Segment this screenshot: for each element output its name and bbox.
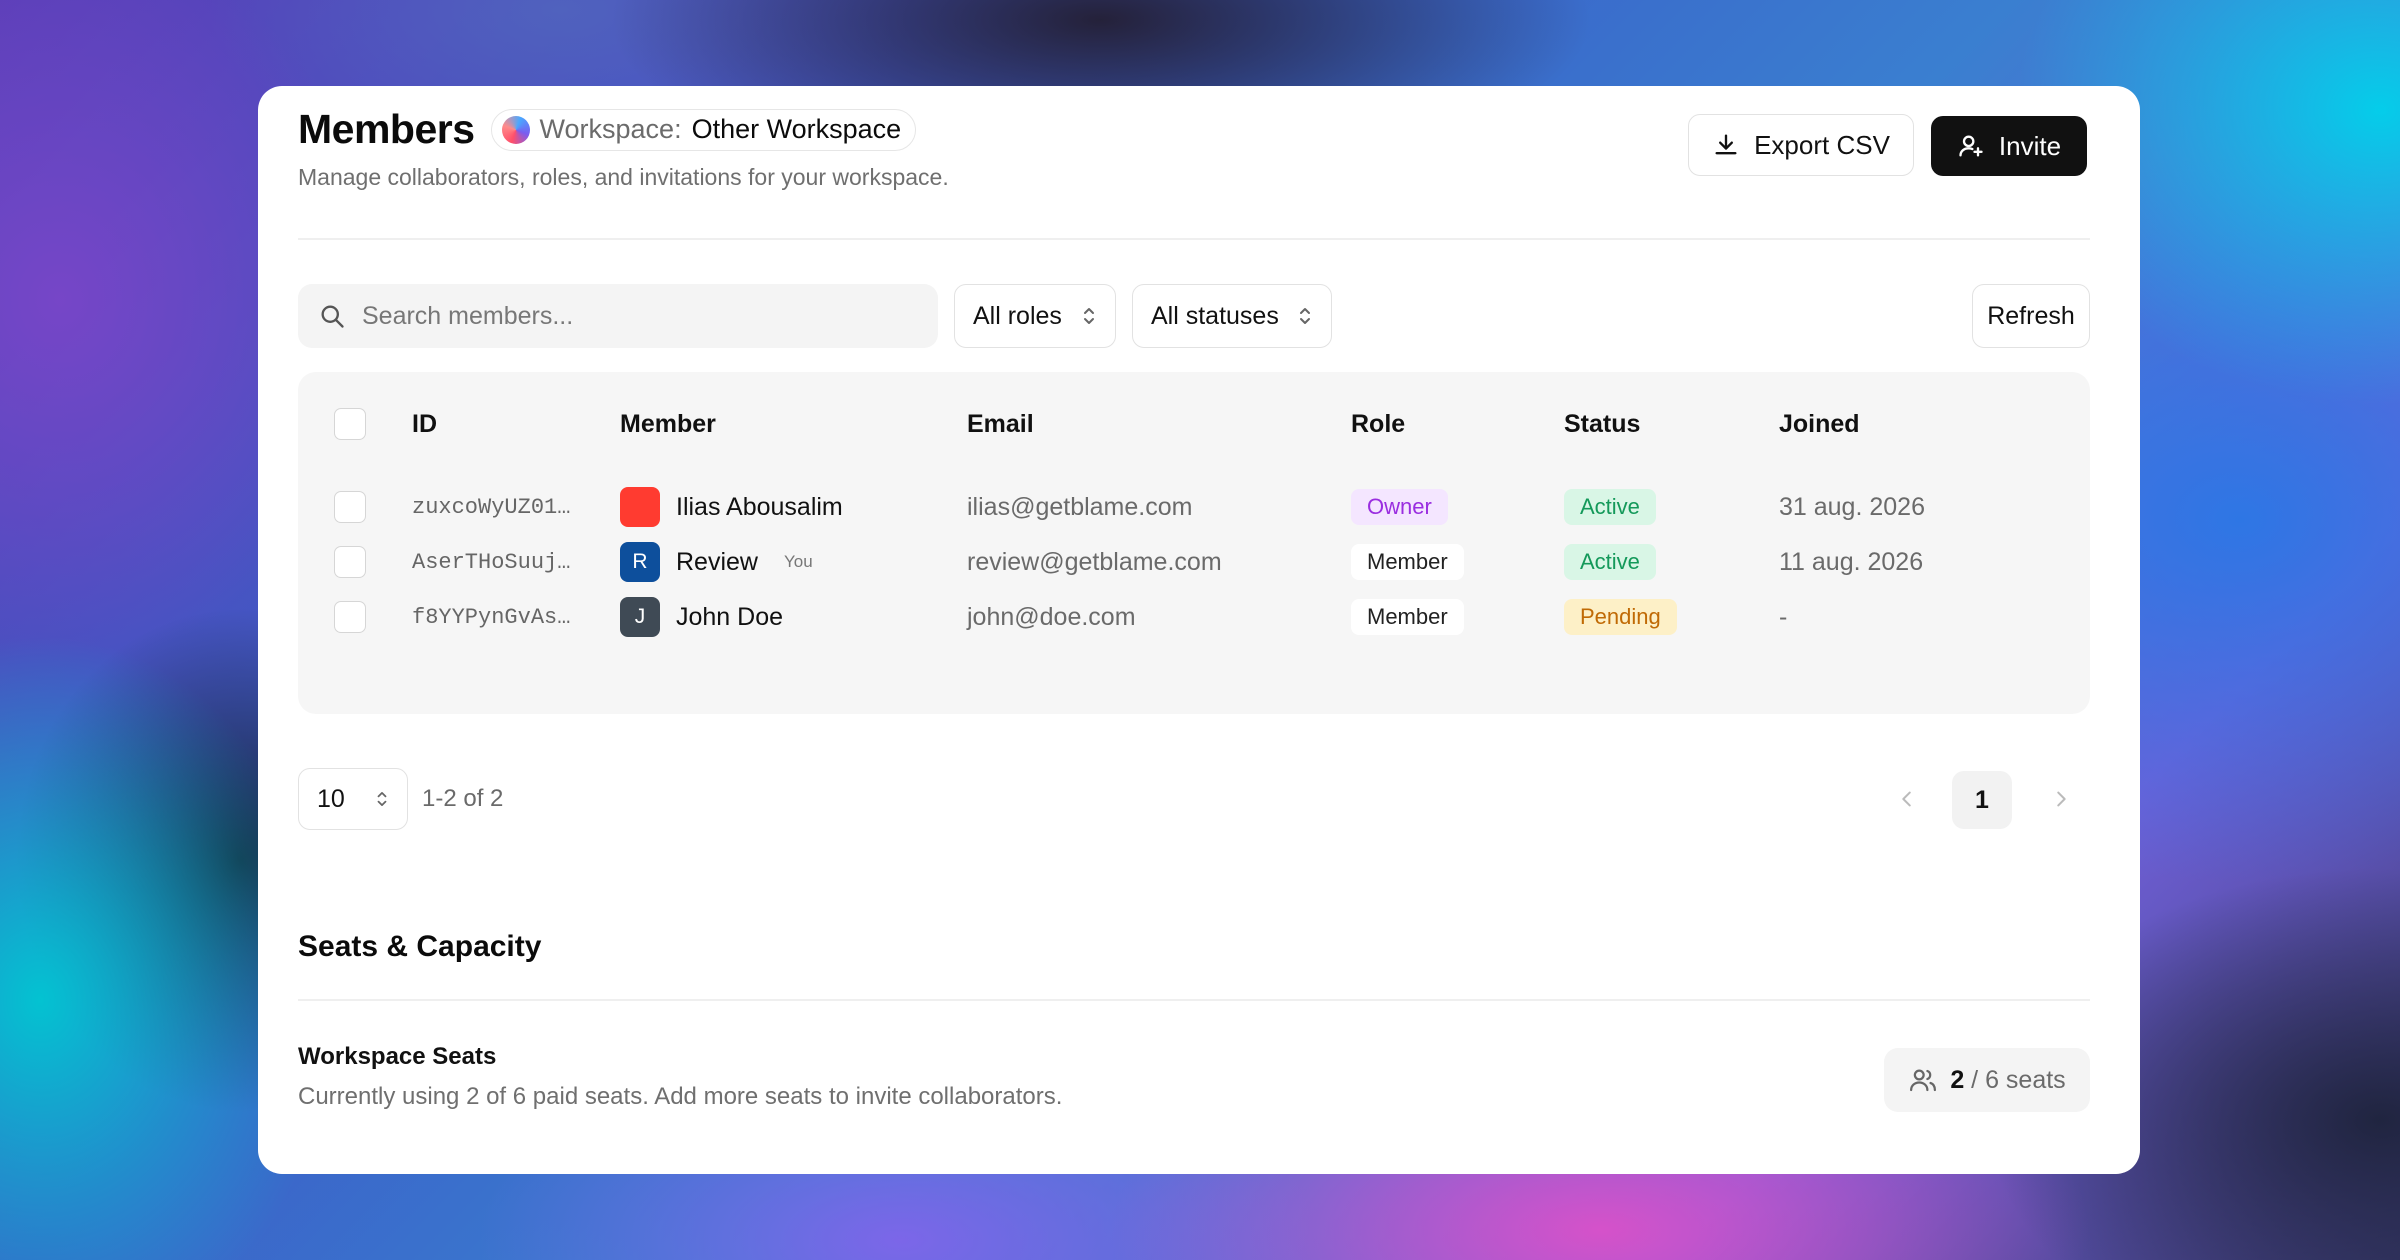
workspace-seats-description: Currently using 2 of 6 paid seats. Add m…	[298, 1083, 1063, 1110]
chevron-updown-icon	[377, 792, 387, 806]
avatar: J	[620, 597, 660, 637]
column-header-email[interactable]: Email	[967, 410, 1034, 439]
refresh-button[interactable]: Refresh	[1972, 284, 2090, 348]
status-badge: Active	[1564, 544, 1656, 580]
workspace-label: Workspace:	[539, 114, 682, 144]
table-row[interactable]: zuxcoWyUZ01… Ilias Abousalim ilias@getbl…	[298, 477, 2090, 537]
page-title: Members	[298, 106, 475, 152]
chevron-left-icon	[1902, 791, 1911, 807]
status-cell: Active	[1564, 544, 1656, 580]
column-header-id[interactable]: ID	[412, 410, 437, 439]
pagination-range: 1-2 of 2	[422, 785, 504, 812]
row-checkbox[interactable]	[334, 546, 366, 578]
status-badge: Active	[1564, 489, 1656, 525]
member-cell: R Review You	[620, 542, 813, 582]
members-table: ID Member Email Role Status Joined zuxco…	[298, 372, 2090, 714]
role-filter-select[interactable]: All roles	[954, 284, 1116, 348]
joined-date: 11 aug. 2026	[1779, 547, 1924, 576]
status-cell: Pending	[1564, 599, 1677, 635]
role-badge: Owner	[1351, 489, 1448, 525]
members-card: Members Workspace: Other Workspace Manag…	[258, 86, 2140, 1174]
chevron-updown-icon	[1300, 308, 1310, 324]
member-email: review@getblame.com	[967, 547, 1222, 576]
status-cell: Active	[1564, 489, 1656, 525]
role-cell: Member	[1351, 599, 1464, 635]
member-email: ilias@getblame.com	[967, 492, 1193, 521]
workspace-seats-title: Workspace Seats	[298, 1043, 497, 1070]
member-cell: J John Doe	[620, 597, 783, 637]
status-badge: Pending	[1564, 599, 1677, 635]
page-1-button[interactable]: 1	[1952, 771, 2012, 829]
next-page-button[interactable]	[2033, 771, 2089, 827]
role-filter-value: All roles	[973, 301, 1062, 330]
row-checkbox[interactable]	[334, 491, 366, 523]
download-icon	[1715, 134, 1737, 155]
seats-total: / 6 seats	[1971, 1065, 2066, 1094]
member-cell: Ilias Abousalim	[620, 487, 843, 527]
status-filter-value: All statuses	[1151, 301, 1279, 330]
seats-divider	[298, 999, 2090, 1001]
search-icon	[321, 305, 344, 328]
column-header-status[interactable]: Status	[1564, 410, 1640, 439]
header-divider	[298, 238, 2090, 240]
row-checkbox[interactable]	[334, 601, 366, 633]
seats-section-title: Seats & Capacity	[298, 930, 542, 963]
table-header-row: ID Member Email Role Status Joined	[298, 394, 2090, 454]
workspace-dot-icon	[501, 115, 530, 144]
member-id: f8YYPynGvAs…	[412, 604, 571, 630]
previous-page-button[interactable]	[1879, 771, 1935, 827]
column-header-member[interactable]: Member	[620, 410, 716, 439]
search-box[interactable]	[298, 284, 938, 348]
column-header-role[interactable]: Role	[1351, 410, 1405, 439]
avatar	[620, 487, 660, 527]
workspace-badge[interactable]: Workspace: Other Workspace	[490, 108, 917, 151]
invite-button[interactable]: Invite	[1931, 116, 2087, 176]
column-header-joined[interactable]: Joined	[1779, 410, 1860, 439]
search-input[interactable]	[362, 301, 922, 331]
you-tag: You	[783, 552, 813, 571]
member-id: zuxcoWyUZ01…	[412, 494, 571, 520]
seats-usage-badge: 2 / 6 seats	[1884, 1048, 2090, 1112]
member-name: Review	[676, 547, 758, 576]
select-all-checkbox[interactable]	[334, 408, 366, 440]
chevron-updown-icon	[1084, 308, 1094, 324]
export-csv-button[interactable]: Export CSV	[1688, 114, 1914, 176]
chevron-right-icon	[2057, 791, 2066, 807]
export-csv-label: Export CSV	[1754, 129, 1890, 160]
role-badge: Member	[1351, 599, 1464, 635]
seats-used: 2	[1950, 1065, 1965, 1094]
user-plus-icon	[1959, 135, 1983, 157]
table-row[interactable]: AserTHoSuuj… R Review You review@getblam…	[298, 532, 2090, 592]
role-cell: Member	[1351, 544, 1464, 580]
page-size-value: 10	[317, 784, 345, 813]
refresh-label: Refresh	[1987, 301, 2075, 330]
avatar: R	[620, 542, 660, 582]
role-badge: Member	[1351, 544, 1464, 580]
status-filter-select[interactable]: All statuses	[1132, 284, 1332, 348]
page-subtitle: Manage collaborators, roles, and invitat…	[298, 164, 949, 190]
users-icon	[1910, 1069, 1937, 1092]
page-size-select[interactable]: 10	[298, 768, 408, 830]
role-cell: Owner	[1351, 489, 1448, 525]
joined-date: -	[1779, 602, 1788, 631]
title-row: Members Workspace: Other Workspace	[298, 106, 917, 153]
member-name: Ilias Abousalim	[676, 492, 843, 521]
table-row[interactable]: f8YYPynGvAs… J John Doe john@doe.com Mem…	[298, 587, 2090, 647]
member-id: AserTHoSuuj…	[412, 549, 571, 575]
joined-date: 31 aug. 2026	[1779, 492, 1925, 521]
workspace-name: Other Workspace	[691, 114, 902, 144]
member-email: john@doe.com	[967, 602, 1136, 631]
invite-label: Invite	[1998, 130, 2062, 161]
member-name: John Doe	[676, 602, 784, 631]
